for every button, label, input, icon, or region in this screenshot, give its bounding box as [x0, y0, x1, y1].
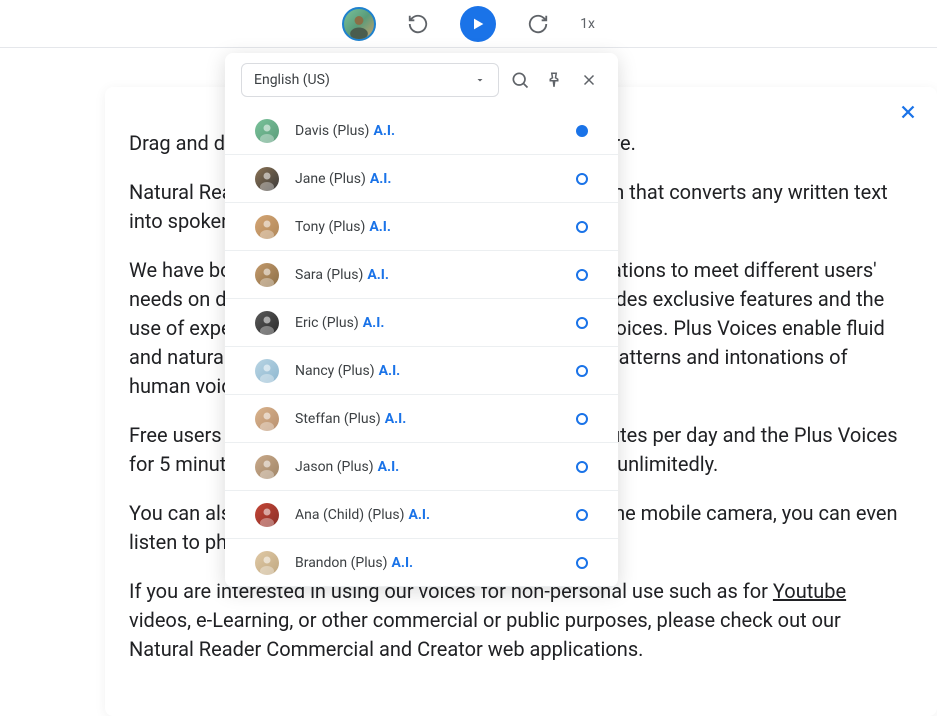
- youtube-link: Youtube: [773, 579, 846, 603]
- voice-radio[interactable]: [576, 125, 588, 137]
- pin-icon[interactable]: [541, 66, 567, 94]
- voice-row[interactable]: Jane (Plus)A.I.: [225, 155, 618, 203]
- voice-row[interactable]: Ana (Child) (Plus)A.I.: [225, 491, 618, 539]
- voice-avatar: [255, 551, 279, 575]
- voice-ai-tag: A.I.: [408, 507, 430, 523]
- voice-panel-header: English (US): [225, 53, 618, 107]
- search-icon[interactable]: [507, 66, 533, 94]
- voice-name-label: Tony (Plus)A.I.: [295, 219, 576, 235]
- voice-radio[interactable]: [576, 269, 588, 281]
- voice-name-label: Steffan (Plus)A.I.: [295, 411, 576, 427]
- voice-row[interactable]: Eric (Plus)A.I.: [225, 299, 618, 347]
- voice-ai-tag: A.I.: [373, 123, 395, 139]
- voice-ai-tag: A.I.: [385, 411, 407, 427]
- voice-row[interactable]: Davis (Plus)A.I.: [225, 107, 618, 155]
- voice-list[interactable]: Davis (Plus)A.I. Jane (Plus)A.I. Tony (Plu…: [225, 107, 618, 587]
- voice-radio[interactable]: [576, 557, 588, 569]
- voice-avatar: [255, 263, 279, 287]
- voice-radio[interactable]: [576, 365, 588, 377]
- voice-avatar: [255, 311, 279, 335]
- topbar: 1x: [0, 0, 937, 48]
- voice-avatar: [255, 119, 279, 143]
- language-select-label: English (US): [254, 72, 330, 88]
- voice-row[interactable]: Brandon (Plus)A.I.: [225, 539, 618, 587]
- voice-avatar: [255, 359, 279, 383]
- voice-name-label: Davis (Plus)A.I.: [295, 123, 576, 139]
- voice-avatar: [255, 167, 279, 191]
- close-panel-icon[interactable]: [576, 66, 602, 94]
- forward-icon[interactable]: [526, 12, 550, 36]
- voice-radio[interactable]: [576, 317, 588, 329]
- chevron-down-icon: [474, 74, 486, 86]
- voice-ai-tag: A.I.: [369, 219, 391, 235]
- voice-row[interactable]: Jason (Plus)A.I.: [225, 443, 618, 491]
- voice-avatar: [255, 407, 279, 431]
- voice-name-label: Eric (Plus)A.I.: [295, 315, 576, 331]
- voice-row[interactable]: Sara (Plus)A.I.: [225, 251, 618, 299]
- voice-ai-tag: A.I.: [370, 171, 392, 187]
- voice-name-label: Sara (Plus)A.I.: [295, 267, 576, 283]
- voice-ai-tag: A.I.: [378, 459, 400, 475]
- voice-row[interactable]: Nancy (Plus)A.I.: [225, 347, 618, 395]
- voice-radio[interactable]: [576, 221, 588, 233]
- voice-avatar: [255, 215, 279, 239]
- voice-selection-panel: English (US) Davis (Plus)A.I. Jane (Plus)…: [225, 53, 618, 587]
- voice-ai-tag: A.I.: [391, 555, 413, 571]
- voice-radio[interactable]: [576, 509, 588, 521]
- voice-name-label: Ana (Child) (Plus)A.I.: [295, 507, 576, 523]
- voice-name-label: Nancy (Plus)A.I.: [295, 363, 576, 379]
- voice-radio[interactable]: [576, 413, 588, 425]
- voice-avatar: [255, 503, 279, 527]
- voice-avatar: [255, 455, 279, 479]
- current-voice-avatar[interactable]: [342, 7, 376, 41]
- voice-ai-tag: A.I.: [367, 267, 389, 283]
- play-button[interactable]: [460, 6, 496, 42]
- voice-row[interactable]: Tony (Plus)A.I.: [225, 203, 618, 251]
- voice-ai-tag: A.I.: [363, 315, 385, 331]
- content-text: videos, e-Learning, or other commercial …: [129, 608, 841, 661]
- voice-name-label: Jane (Plus)A.I.: [295, 171, 576, 187]
- speed-display[interactable]: 1x: [580, 16, 595, 32]
- voice-name-label: Brandon (Plus)A.I.: [295, 555, 576, 571]
- voice-radio[interactable]: [576, 173, 588, 185]
- close-card-button[interactable]: [897, 101, 919, 127]
- rewind-icon[interactable]: [406, 12, 430, 36]
- voice-ai-tag: A.I.: [379, 363, 401, 379]
- language-select[interactable]: English (US): [241, 63, 499, 97]
- voice-radio[interactable]: [576, 461, 588, 473]
- voice-name-label: Jason (Plus)A.I.: [295, 459, 576, 475]
- content-paragraph: If you are interested in using our voice…: [129, 577, 905, 664]
- voice-row[interactable]: Steffan (Plus)A.I.: [225, 395, 618, 443]
